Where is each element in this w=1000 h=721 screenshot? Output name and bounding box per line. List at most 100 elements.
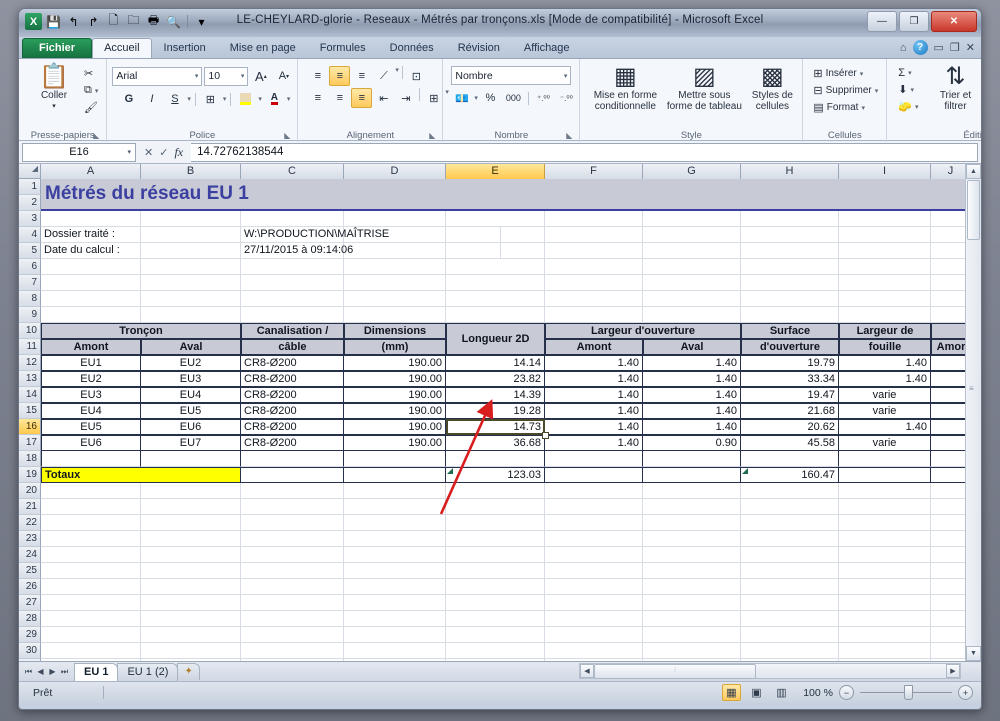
empty-cell-H25[interactable] bbox=[741, 563, 839, 579]
empty-cell-C25[interactable] bbox=[241, 563, 344, 579]
row-header-19[interactable]: 19 bbox=[19, 467, 41, 483]
empty-cell-I25[interactable] bbox=[839, 563, 931, 579]
empty-cell-G26[interactable] bbox=[643, 579, 741, 595]
empty-cell-B8[interactable] bbox=[141, 291, 241, 307]
row-header-10[interactable]: 10 bbox=[19, 323, 41, 339]
empty-cell-F24[interactable] bbox=[545, 547, 643, 563]
empty-cell-D20[interactable] bbox=[344, 483, 446, 499]
empty-cell-C8[interactable] bbox=[241, 291, 344, 307]
cell-dimensions-row14[interactable]: 190.00 bbox=[344, 387, 446, 403]
cell-aval-row14[interactable]: EU4 bbox=[141, 387, 241, 403]
empty-cell-G7[interactable] bbox=[643, 275, 741, 291]
column-header-I[interactable]: I bbox=[839, 164, 931, 179]
font-color-button[interactable]: A bbox=[264, 89, 285, 109]
row-header-17[interactable]: 17 bbox=[19, 435, 41, 451]
empty-cell-G27[interactable] bbox=[643, 595, 741, 611]
empty-cell-A21[interactable] bbox=[41, 499, 141, 515]
cell-largeur-aval-row12[interactable]: 1.40 bbox=[643, 355, 741, 371]
row-header-14[interactable]: 14 bbox=[19, 387, 41, 403]
zoom-out-button[interactable]: − bbox=[839, 685, 854, 700]
row-header-2[interactable]: 2 bbox=[19, 195, 41, 211]
empty-cell-H20[interactable] bbox=[741, 483, 839, 499]
row-headers[interactable]: 1 2 3 4 5 6 7 8 9 10 11 12 13 14 15 16 17 18 19 20 21 22 23 24 2… bbox=[19, 179, 41, 661]
cell-totaux-label[interactable]: Totaux bbox=[41, 467, 241, 483]
cell-styles-button[interactable]: ▩ Styles de cellules bbox=[747, 64, 797, 113]
cell-amont-row17[interactable]: EU6 bbox=[41, 435, 141, 451]
empty-cell-C3[interactable] bbox=[241, 211, 344, 227]
column-header-G[interactable]: G bbox=[643, 164, 741, 179]
empty-cell-H29[interactable] bbox=[741, 627, 839, 643]
orientation-button[interactable]: ⟋ bbox=[373, 66, 394, 86]
autosum-button[interactable]: Σ ▾ bbox=[895, 66, 921, 80]
column-header-A[interactable]: A bbox=[41, 164, 141, 179]
zoom-slider-handle[interactable] bbox=[904, 685, 913, 700]
cell-largeur-amont-row13[interactable]: 1.40 bbox=[545, 371, 643, 387]
cell-dimensions-row15[interactable]: 190.00 bbox=[344, 403, 446, 419]
empty-cell-I26[interactable] bbox=[839, 579, 931, 595]
empty-cell-E3[interactable] bbox=[446, 211, 545, 227]
empty-cell-B4[interactable] bbox=[141, 227, 241, 243]
cell-fouille-row12[interactable]: 1.40 bbox=[839, 355, 931, 371]
empty-cell-I8[interactable] bbox=[839, 291, 931, 307]
paste-button[interactable]: 📋 Coller ▾ bbox=[30, 64, 78, 112]
empty-cell-C6[interactable] bbox=[241, 259, 344, 275]
cell-fouille-row13[interactable]: 1.40 bbox=[839, 371, 931, 387]
empty-cell-H9[interactable] bbox=[741, 307, 839, 323]
empty-cell-I20[interactable] bbox=[839, 483, 931, 499]
empty-cell-F9[interactable] bbox=[545, 307, 643, 323]
column-header-H[interactable]: H bbox=[741, 164, 839, 179]
restore-down-icon[interactable]: ▭ bbox=[934, 41, 944, 54]
view-normal-icon[interactable]: ▦ bbox=[722, 684, 741, 701]
cell-blank-row18-5[interactable] bbox=[545, 451, 643, 467]
empty-cell-H26[interactable] bbox=[741, 579, 839, 595]
empty-cell-E23[interactable] bbox=[446, 531, 545, 547]
empty-cell-F7[interactable] bbox=[545, 275, 643, 291]
empty-cell-B28[interactable] bbox=[141, 611, 241, 627]
header-surface-1[interactable]: Surface bbox=[741, 323, 839, 339]
cell-surface-row17[interactable]: 45.58 bbox=[741, 435, 839, 451]
currency-button[interactable]: 💶 bbox=[451, 88, 472, 108]
zoom-slider[interactable] bbox=[860, 685, 952, 700]
empty-cell-D21[interactable] bbox=[344, 499, 446, 515]
empty-cell-D9[interactable] bbox=[344, 307, 446, 323]
row-header-15[interactable]: 15 bbox=[19, 403, 41, 419]
decrease-indent-button[interactable]: ⇤ bbox=[373, 88, 394, 108]
empty-cell-C20[interactable] bbox=[241, 483, 344, 499]
empty-cell-I7[interactable] bbox=[839, 275, 931, 291]
new-sheet-icon[interactable]: ✦ bbox=[177, 663, 200, 680]
empty-cell-B29[interactable] bbox=[141, 627, 241, 643]
increase-decimal-button[interactable]: ⁺.⁰⁰ bbox=[533, 88, 554, 108]
cell-totaux-c[interactable] bbox=[241, 467, 344, 483]
header-douverture[interactable]: d'ouverture bbox=[741, 339, 839, 355]
empty-cell-E24[interactable] bbox=[446, 547, 545, 563]
header-largeur-fouille-1[interactable]: Largeur de bbox=[839, 323, 931, 339]
cell-canalisation-row15[interactable]: CR8-Ø200 bbox=[241, 403, 344, 419]
empty-cell-H6[interactable] bbox=[741, 259, 839, 275]
label-dossier-traite[interactable]: Dossier traité : bbox=[41, 227, 141, 243]
empty-cell-G21[interactable] bbox=[643, 499, 741, 515]
cell-largeur-amont-row12[interactable]: 1.40 bbox=[545, 355, 643, 371]
copy-button[interactable]: ⧉ ▾ bbox=[81, 83, 101, 98]
window-icon[interactable]: ❐ bbox=[950, 41, 960, 54]
row-header-21[interactable]: 21 bbox=[19, 499, 41, 515]
cell-longueur-row17[interactable]: 36.68 bbox=[446, 435, 545, 451]
cell-largeur-aval-row16[interactable]: 1.40 bbox=[643, 419, 741, 435]
empty-cell-G23[interactable] bbox=[643, 531, 741, 547]
currency-caret-icon[interactable]: ▾ bbox=[474, 94, 478, 102]
horizontal-scrollbar[interactable]: ◀ ⫶ ▶ bbox=[579, 663, 961, 679]
cell-blank-row18-8[interactable] bbox=[839, 451, 931, 467]
confirm-edit-icon[interactable]: ✓ bbox=[159, 146, 168, 159]
cell-amont-row15[interactable]: EU4 bbox=[41, 403, 141, 419]
empty-cell-F26[interactable] bbox=[545, 579, 643, 595]
empty-cell-F4[interactable] bbox=[545, 227, 643, 243]
empty-cell-I29[interactable] bbox=[839, 627, 931, 643]
horizontal-scroll-thumb[interactable]: ⫶ bbox=[594, 663, 756, 679]
empty-cell-H8[interactable] bbox=[741, 291, 839, 307]
tab-affichage[interactable]: Affichage bbox=[512, 38, 582, 58]
column-header-F[interactable]: F bbox=[545, 164, 643, 179]
format-caret-icon[interactable]: ▾ bbox=[861, 104, 865, 112]
copy-caret-icon[interactable]: ▾ bbox=[95, 87, 99, 95]
tab-fichier[interactable]: Fichier bbox=[22, 38, 93, 58]
empty-cell-C7[interactable] bbox=[241, 275, 344, 291]
header-aval-troncon[interactable]: Aval bbox=[141, 339, 241, 355]
